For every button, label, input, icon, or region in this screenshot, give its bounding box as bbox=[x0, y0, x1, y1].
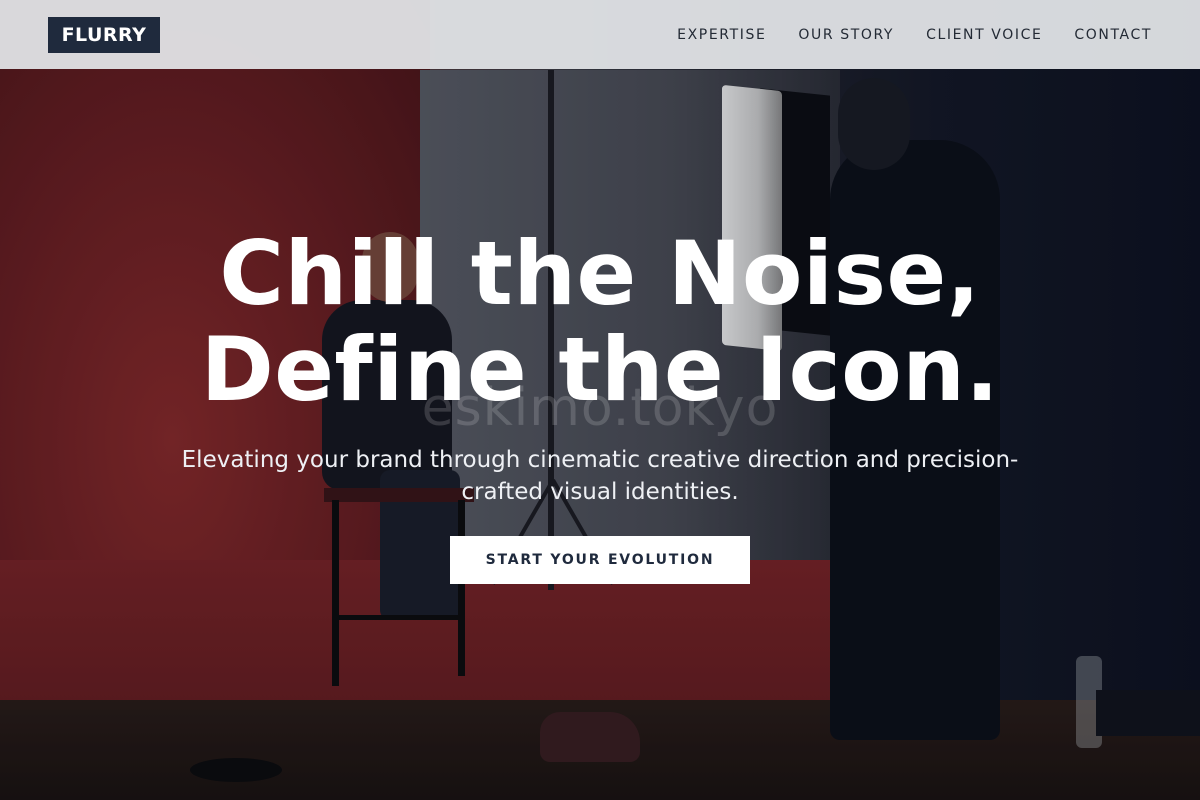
nav-item-expertise[interactable]: EXPERTISE bbox=[677, 27, 766, 43]
site-header: FLURRY EXPERTISE OUR STORY CLIENT VOICE … bbox=[0, 0, 1200, 69]
nav-item-contact[interactable]: CONTACT bbox=[1074, 27, 1152, 43]
hero-subtitle: Elevating your brand through cinematic c… bbox=[181, 447, 1019, 505]
start-evolution-button[interactable]: START YOUR EVOLUTION bbox=[450, 536, 750, 584]
nav-item-client-voice[interactable]: CLIENT VOICE bbox=[926, 27, 1042, 43]
logo[interactable]: FLURRY bbox=[48, 16, 160, 53]
hero-headline: Chill the Noise, Define the Icon. bbox=[100, 226, 1100, 418]
nav-item-our-story[interactable]: OUR STORY bbox=[798, 27, 894, 43]
main-nav: EXPERTISE OUR STORY CLIENT VOICE CONTACT bbox=[677, 27, 1152, 43]
hero-headline-line1: Chill the Noise, bbox=[219, 222, 981, 325]
hero-headline-line2: Define the Icon. bbox=[200, 318, 1000, 421]
